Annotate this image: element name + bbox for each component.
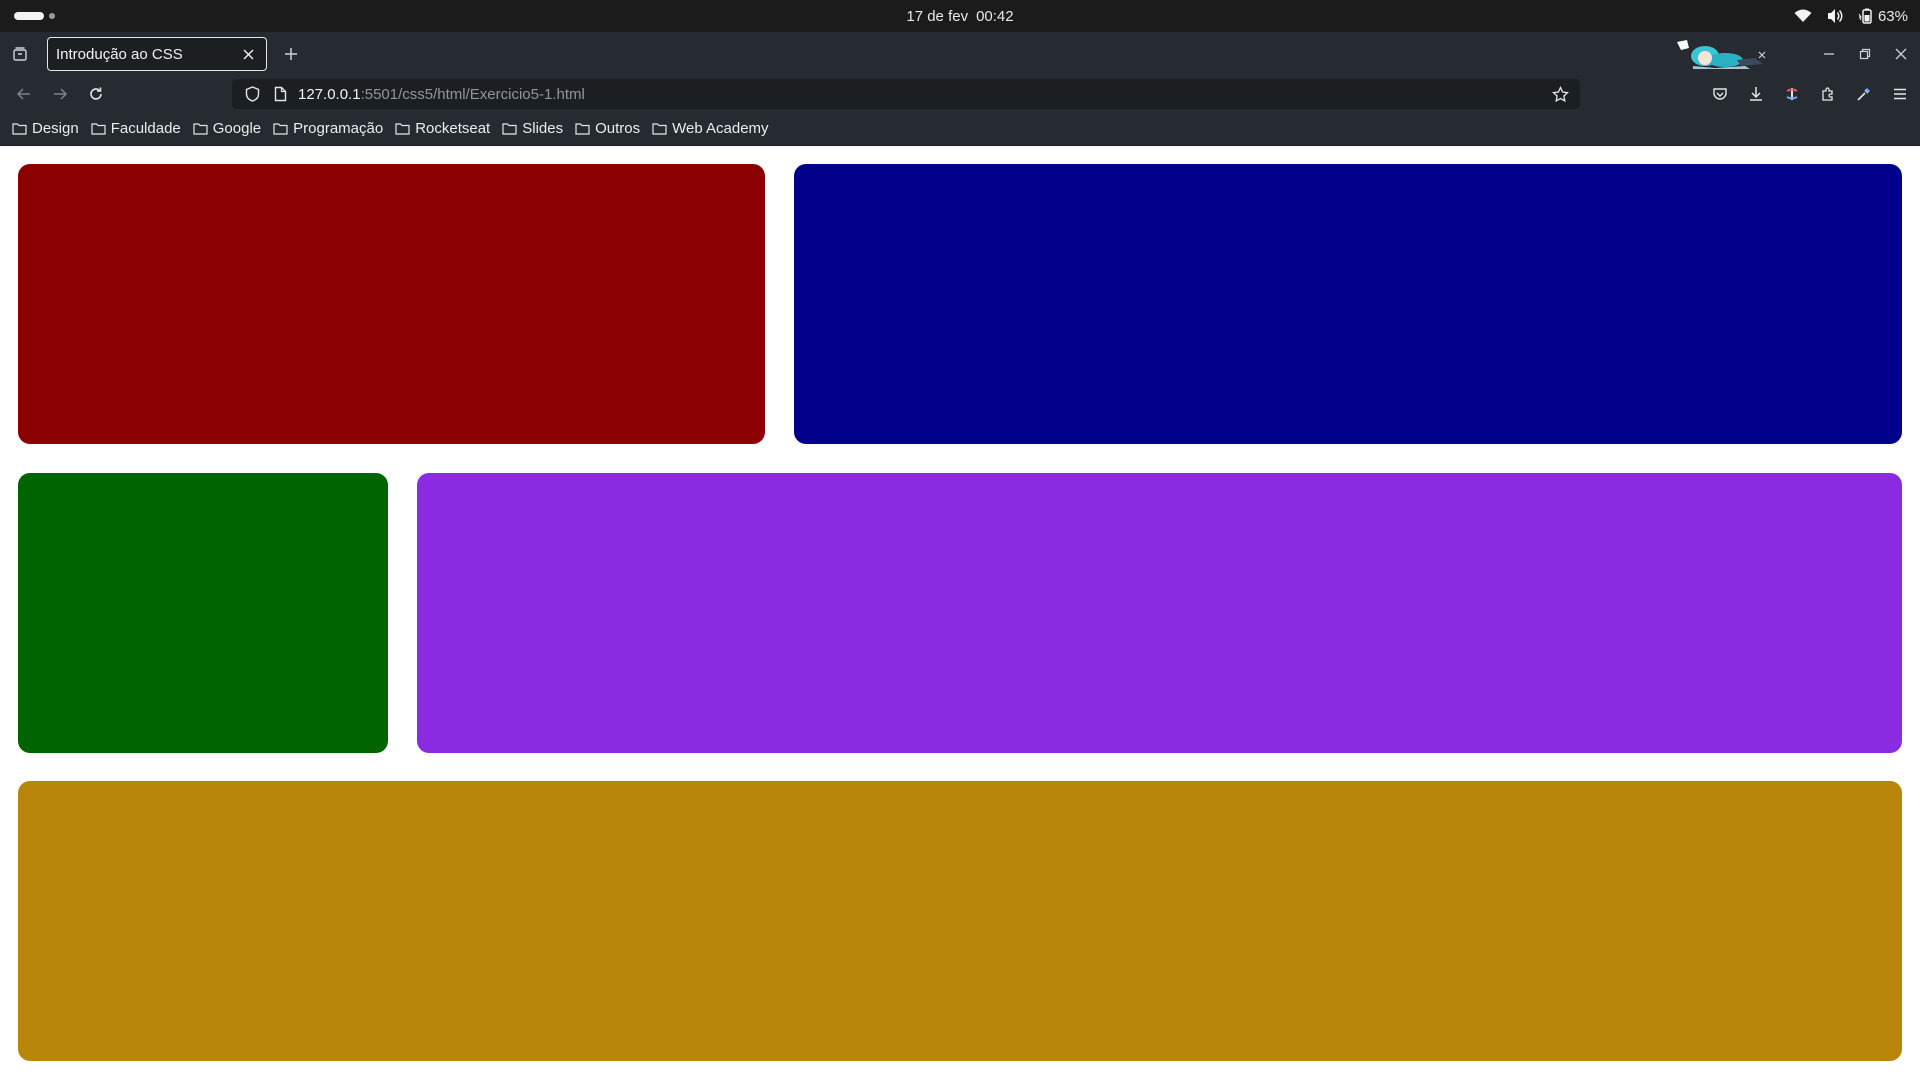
- folder-icon: [91, 123, 106, 135]
- tab-title: Introdução ao CSS: [56, 45, 183, 63]
- system-tray[interactable]: 63%: [1794, 0, 1908, 32]
- back-button[interactable]: [6, 76, 42, 112]
- blue-box: [794, 164, 1902, 444]
- menu-button[interactable]: [1886, 80, 1914, 108]
- clock-date: 17 de fev: [906, 7, 969, 25]
- purple-box: [417, 473, 1902, 753]
- downloads-button[interactable]: [1742, 80, 1770, 108]
- picker-button[interactable]: [1850, 80, 1878, 108]
- bookmark-star-icon[interactable]: [1546, 80, 1574, 108]
- close-icon: [1895, 48, 1907, 60]
- folder-icon: [193, 123, 208, 135]
- bookmark-folder-outros[interactable]: Outros: [575, 120, 640, 137]
- green-box: [18, 473, 388, 753]
- folder-icon: [395, 123, 410, 135]
- os-top-bar: 17 de fev 00:42 63%: [0, 0, 1920, 32]
- folder-icon: [12, 123, 27, 135]
- back-arrow-icon: [16, 88, 30, 100]
- eyedropper-icon: [1857, 88, 1870, 101]
- hamburger-menu-icon: [1894, 88, 1906, 100]
- bookmark-label: Programação: [293, 120, 384, 137]
- puzzle-icon: [1822, 87, 1833, 101]
- bookmark-label: Google: [212, 120, 262, 137]
- restore-icon: [1859, 48, 1871, 60]
- bookmark-folder-slides[interactable]: Slides: [502, 120, 563, 137]
- folder-icon: [273, 123, 288, 135]
- bookmark-folder-faculdade[interactable]: Faculdade: [91, 120, 181, 137]
- red-box: [18, 164, 765, 444]
- tab-list-icon: [13, 47, 27, 61]
- bookmark-label: Design: [32, 120, 79, 137]
- gold-box: [18, 781, 1902, 1061]
- bookmark-folder-google[interactable]: Google: [193, 120, 261, 137]
- address-bar[interactable]: 127.0.0.1:5501/css5/html/Exercicio5-1.ht…: [232, 79, 1580, 109]
- page-icon[interactable]: [266, 80, 294, 108]
- bookmark-folder-rocketseat[interactable]: Rocketseat: [395, 120, 490, 137]
- pocket-button[interactable]: [1706, 80, 1734, 108]
- close-window-button[interactable]: [1892, 45, 1910, 63]
- clock[interactable]: 17 de fev 00:42: [906, 8, 1013, 25]
- folder-icon: [652, 123, 667, 135]
- folder-icon: [575, 123, 590, 135]
- page-content: [0, 146, 1920, 1080]
- window-controls: [1820, 32, 1910, 76]
- volume-icon: [1826, 8, 1844, 24]
- extensions-button[interactable]: [1814, 80, 1842, 108]
- navigation-toolbar: 127.0.0.1:5501/css5/html/Exercicio5-1.ht…: [0, 76, 1920, 112]
- bookmark-label: Slides: [522, 120, 564, 137]
- forward-button[interactable]: [42, 76, 78, 112]
- plus-icon: [285, 48, 297, 60]
- tab-active[interactable]: Introdução ao CSS: [47, 37, 267, 71]
- battery-icon: [1858, 8, 1872, 24]
- workspace-dot: [49, 13, 55, 19]
- extension-swirl-icon: [1786, 88, 1798, 100]
- url-path: :5501/css5/html/Exercicio5-1.html: [360, 85, 585, 103]
- bookmark-folder-design[interactable]: Design: [12, 120, 79, 137]
- bookmark-label: Outros: [595, 120, 641, 137]
- bookmark-label: Web Academy: [672, 120, 769, 137]
- wifi-icon: [1794, 9, 1812, 23]
- theme-mascot-image: [1675, 38, 1775, 70]
- bookmarks-toolbar: Design Faculdade Google Programação Rock…: [0, 112, 1920, 146]
- forward-arrow-icon: [54, 88, 68, 100]
- tab-strip: Introdução ao CSS: [0, 32, 1920, 76]
- bookmark-label: Rocketseat: [415, 120, 491, 137]
- clock-time: 00:42: [976, 7, 1014, 25]
- extension-button[interactable]: [1778, 80, 1806, 108]
- bookmark-folder-programacao[interactable]: Programação: [273, 120, 383, 137]
- battery-indicator: 63%: [1858, 8, 1908, 25]
- minimize-icon: [1824, 53, 1834, 55]
- minimize-button[interactable]: [1820, 45, 1838, 63]
- activities-indicator[interactable]: [14, 12, 55, 20]
- folder-icon: [502, 123, 517, 135]
- pocket-icon: [1713, 88, 1727, 100]
- tab-list-button[interactable]: [0, 32, 40, 76]
- toolbar-actions: [1706, 76, 1914, 112]
- shield-icon[interactable]: [238, 80, 266, 108]
- reload-icon: [90, 87, 102, 100]
- bookmark-folder-web-academy[interactable]: Web Academy: [652, 120, 769, 137]
- tab-close-icon[interactable]: [240, 46, 256, 62]
- reload-button[interactable]: [78, 76, 114, 112]
- workspace-pill: [14, 12, 44, 20]
- bookmark-label: Faculdade: [110, 120, 181, 137]
- download-icon: [1750, 87, 1762, 101]
- restore-button[interactable]: [1856, 45, 1874, 63]
- url-host: 127.0.0.1: [298, 85, 361, 103]
- new-tab-button[interactable]: [271, 32, 311, 76]
- battery-percent: 63%: [1877, 7, 1908, 25]
- url-text[interactable]: 127.0.0.1:5501/css5/html/Exercicio5-1.ht…: [298, 86, 585, 103]
- desktop-screen: 17 de fev 00:42 63% Introdução ao CSS 12…: [0, 0, 1920, 1080]
